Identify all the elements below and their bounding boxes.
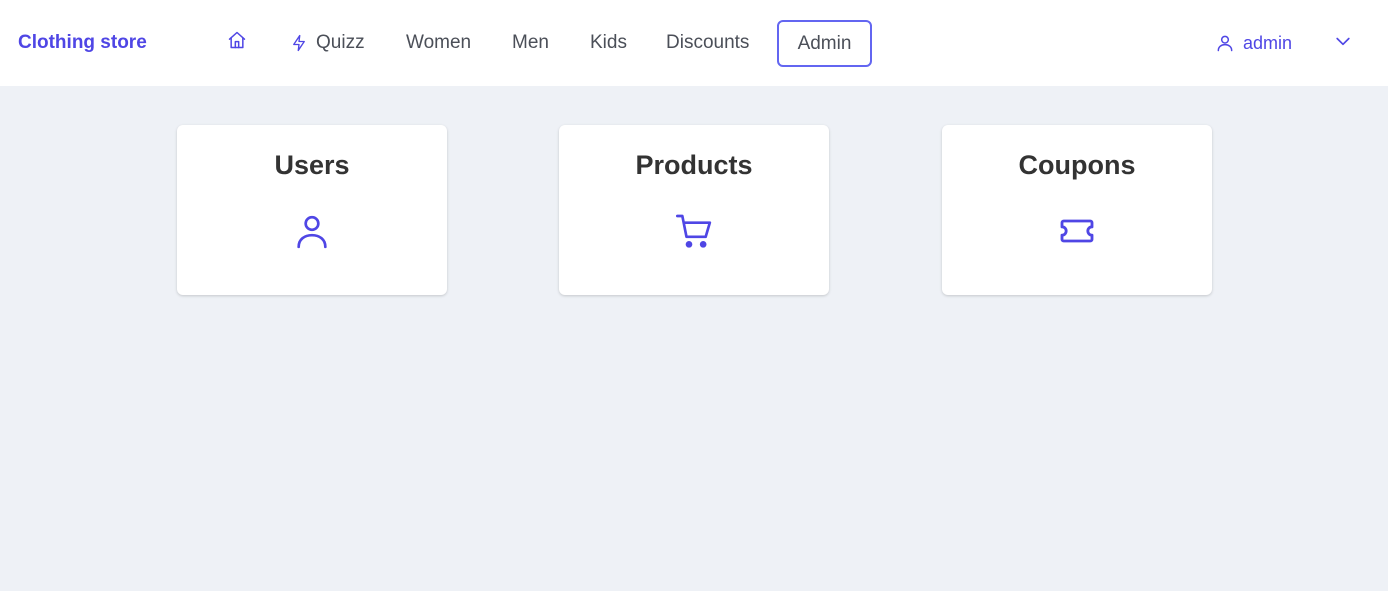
nav-link-women[interactable]: Women bbox=[406, 31, 471, 55]
shopping-cart-icon bbox=[559, 211, 829, 251]
top-navbar: Clothing store Quizz Women Men Kids Disc… bbox=[0, 0, 1388, 86]
products-card[interactable]: Products bbox=[559, 125, 829, 295]
ticket-icon bbox=[942, 211, 1212, 251]
users-card[interactable]: Users bbox=[177, 125, 447, 295]
chevron-down-icon bbox=[1333, 31, 1353, 56]
users-card-title: Users bbox=[274, 150, 350, 180]
nav-link-quizz[interactable]: Quizz bbox=[290, 31, 365, 55]
coupons-card-title: Coupons bbox=[1018, 150, 1136, 180]
nav-link-kids[interactable]: Kids bbox=[590, 31, 627, 55]
bolt-icon bbox=[290, 33, 308, 53]
coupons-card[interactable]: Coupons bbox=[942, 125, 1212, 295]
products-card-title: Products bbox=[635, 150, 753, 180]
nav-link-admin[interactable]: Admin bbox=[777, 20, 872, 67]
user-icon bbox=[1215, 33, 1235, 53]
home-link[interactable] bbox=[224, 30, 250, 56]
user-icon bbox=[177, 211, 447, 251]
nav-link-men[interactable]: Men bbox=[512, 31, 549, 55]
brand-logo-link[interactable]: Clothing store bbox=[18, 31, 147, 55]
home-icon bbox=[227, 30, 247, 57]
nav-link-quizz-label: Quizz bbox=[316, 32, 365, 53]
user-dropdown-toggle[interactable] bbox=[1330, 30, 1356, 56]
user-name: admin bbox=[1243, 32, 1293, 53]
nav-link-discounts[interactable]: Discounts bbox=[666, 31, 749, 55]
user-menu[interactable]: admin bbox=[1215, 31, 1292, 55]
